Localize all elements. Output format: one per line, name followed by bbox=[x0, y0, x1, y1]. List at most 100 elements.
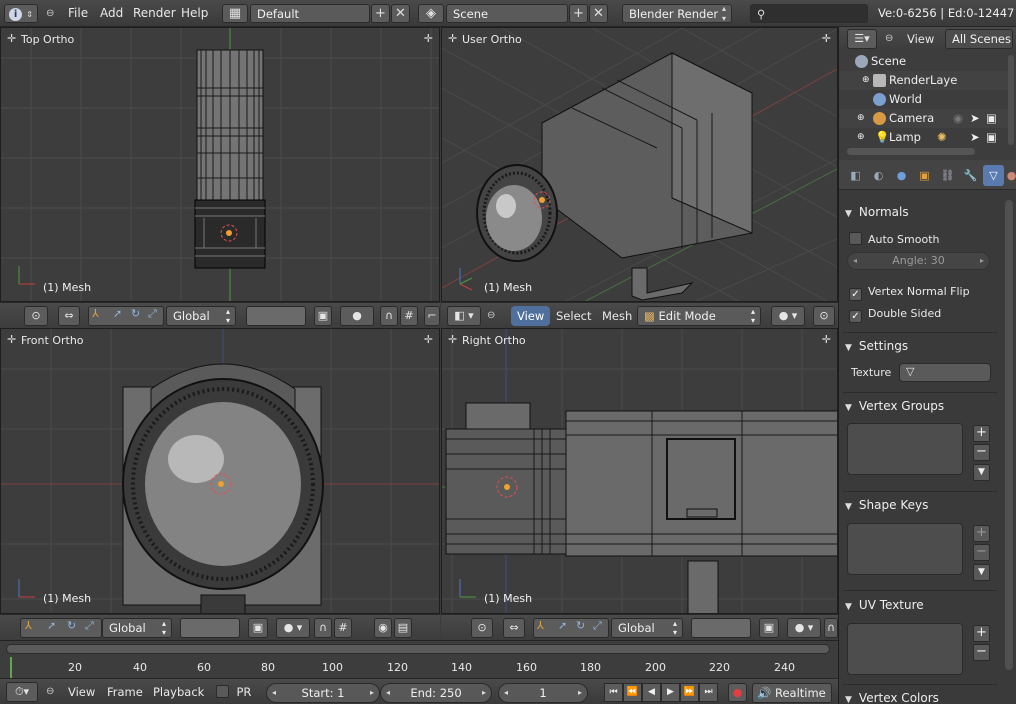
outliner-row-renderlayers[interactable]: ⊕ RenderLaye bbox=[839, 71, 1009, 90]
menu-add[interactable]: Add bbox=[100, 4, 123, 23]
remove-vertex-group-button[interactable]: − bbox=[973, 444, 990, 461]
add-uv-map-button[interactable]: + bbox=[973, 625, 990, 642]
visibility-icon[interactable]: ✺ bbox=[937, 128, 947, 147]
jump-end-button[interactable]: ⏭ bbox=[699, 683, 718, 702]
uv-texture-panel-header[interactable]: UV Texture bbox=[845, 594, 997, 616]
manipulator-button[interactable]: ⅄ ➚ ↻ ⤢ bbox=[533, 618, 609, 638]
editor-type-button[interactable]: ☰▾ bbox=[847, 29, 877, 49]
snap-element-button[interactable]: ▣ bbox=[314, 306, 332, 326]
modifiers-tab-icon[interactable]: 🔧 bbox=[960, 165, 981, 186]
add-vertex-group-button[interactable]: + bbox=[973, 425, 990, 442]
outliner-view-menu[interactable]: View bbox=[907, 29, 934, 49]
current-frame-marker[interactable] bbox=[10, 657, 12, 679]
snap-target-button[interactable]: ⌐ bbox=[424, 306, 440, 326]
selection-mode-buttons[interactable] bbox=[180, 618, 240, 638]
screen-layout-icon[interactable]: ▦ bbox=[222, 4, 248, 23]
texture-space-field[interactable]: ▽ bbox=[899, 363, 991, 382]
viewport-top-ortho[interactable]: ✛ Top Ortho ✛ (1) Mesh bbox=[0, 27, 440, 302]
outliner-row-camera[interactable]: ⊕ Camera ◉ ➤ ▣ bbox=[839, 109, 1009, 128]
collapse-menu-icon[interactable]: ⊖ bbox=[46, 4, 54, 23]
render-button[interactable]: ◉ bbox=[374, 618, 392, 638]
region-plus-icon[interactable]: ✛ bbox=[7, 32, 16, 45]
outliner-row-world[interactable]: World bbox=[839, 90, 1009, 109]
playback-sync-select[interactable]: 🔊 Realtime bbox=[752, 683, 832, 703]
expand-icon[interactable]: ⊕ bbox=[857, 128, 865, 147]
transform-orientation-select[interactable]: Global ▴ ▾ bbox=[166, 306, 236, 326]
remove-shape-key-button[interactable]: − bbox=[973, 544, 990, 561]
viewport-right-ortho[interactable]: ✛ Right Ortho ✛ (1) Mesh bbox=[441, 328, 838, 614]
delete-screen-button[interactable]: ✕ bbox=[391, 4, 410, 23]
auto-smooth-angle-field[interactable]: ◂ Angle: 30 ▸ bbox=[847, 252, 990, 270]
menu-file[interactable]: File bbox=[68, 4, 88, 23]
settings-panel-header[interactable]: Settings bbox=[845, 335, 997, 357]
outliner-row-lamp[interactable]: ⊕ 💡 Lamp ✺ ➤ ▣ bbox=[839, 128, 1009, 147]
material-tab-icon[interactable]: ● bbox=[1001, 165, 1016, 186]
vertex-colors-panel-header[interactable]: Vertex Colors bbox=[845, 687, 997, 704]
proportional-button[interactable]: ⇔ bbox=[503, 618, 525, 638]
play-reverse-button[interactable]: ◀ bbox=[642, 683, 661, 702]
region-plus-icon[interactable]: ✛ bbox=[448, 32, 457, 45]
editor-type-button[interactable]: ◧ ▾ bbox=[447, 306, 481, 326]
outliner-row-scene[interactable]: Scene bbox=[839, 52, 1009, 71]
remove-uv-map-button[interactable]: − bbox=[973, 644, 990, 661]
grid-snap-button[interactable]: # bbox=[400, 306, 418, 326]
normals-panel-header[interactable]: Normals bbox=[845, 201, 997, 223]
manipulator-button[interactable]: ⅄ ➚ ↻ ⤢ bbox=[20, 618, 102, 638]
timeline[interactable]: 20 40 60 80 100 120 140 160 180 200 220 … bbox=[0, 640, 838, 679]
end-frame-field[interactable]: ◂ End: 250 ▸ bbox=[380, 683, 492, 703]
viewport-user-ortho[interactable]: ✛ User Ortho ✛ (1) Mesh bbox=[441, 27, 838, 302]
pivot-point-button[interactable]: ⊙ bbox=[813, 306, 835, 326]
snap-magnet-button[interactable]: ∩ bbox=[314, 618, 332, 638]
pivot-point-button[interactable]: ⊙ bbox=[471, 618, 493, 638]
delete-scene-button[interactable]: ✕ bbox=[589, 4, 608, 23]
limit-selection-button[interactable]: ▣ bbox=[248, 618, 268, 638]
editor-type-button[interactable]: ⏱▾ bbox=[6, 682, 38, 702]
outliner-h-scrollbar[interactable] bbox=[847, 148, 975, 155]
menu-help[interactable]: Help bbox=[181, 4, 208, 23]
search-input[interactable]: ⚲ bbox=[750, 4, 868, 23]
menu-mesh[interactable]: Mesh bbox=[602, 306, 632, 326]
vertex-groups-panel-header[interactable]: Vertex Groups bbox=[845, 395, 997, 417]
render-camera-icon[interactable]: ▣ bbox=[986, 128, 997, 147]
shape-keys-list[interactable] bbox=[847, 523, 963, 575]
transform-orientation-select[interactable]: Global ▴ ▾ bbox=[611, 618, 683, 638]
scene-field[interactable]: Scene bbox=[446, 4, 568, 23]
add-scene-button[interactable]: + bbox=[569, 4, 588, 23]
scene-icon[interactable]: ◈ bbox=[418, 4, 444, 23]
auto-smooth-checkbox[interactable]: Auto Smooth bbox=[849, 232, 939, 248]
proportional-button[interactable]: ⇔ bbox=[58, 306, 80, 326]
region-plus-icon[interactable]: ✛ bbox=[448, 333, 457, 346]
layer-buttons[interactable] bbox=[246, 306, 306, 326]
play-button[interactable]: ▶ bbox=[661, 683, 680, 702]
select-arrow-icon[interactable]: ➤ bbox=[970, 128, 980, 147]
timeline-menu-frame[interactable]: Frame bbox=[107, 682, 143, 702]
jump-next-keyframe-button[interactable]: ⏩ bbox=[680, 683, 699, 702]
visibility-icon[interactable]: ◉ bbox=[953, 109, 963, 128]
outliner-display-mode-select[interactable]: All Scenes bbox=[945, 29, 1013, 49]
expand-icon[interactable]: ⊕ bbox=[862, 71, 870, 90]
render-animation-button[interactable]: ▤ bbox=[394, 618, 412, 638]
viewport-shading-select[interactable]: ● ▾ bbox=[771, 306, 805, 326]
proportional-edit-select[interactable]: ● ▾ bbox=[787, 618, 821, 638]
proportional-edit-select[interactable]: ● ▾ bbox=[276, 618, 310, 638]
shape-keys-panel-header[interactable]: Shape Keys bbox=[845, 494, 997, 516]
select-arrow-icon[interactable]: ➤ bbox=[970, 109, 980, 128]
region-plus-icon[interactable]: ✛ bbox=[822, 333, 831, 346]
uv-texture-list[interactable] bbox=[847, 623, 963, 675]
viewport-front-ortho[interactable]: ✛ Front Ortho ✛ (1) Mesh bbox=[0, 328, 440, 614]
preview-range-checkbox[interactable]: PR bbox=[216, 685, 251, 699]
collapse-menu-icon[interactable]: ⊖ bbox=[487, 306, 495, 326]
vertex-group-menu-button[interactable]: ▼ bbox=[973, 464, 990, 481]
manipulator-button[interactable]: ⅄ ➚ ↻ ⤢ bbox=[88, 306, 164, 326]
render-engine-select[interactable]: Blender Render bbox=[622, 4, 732, 24]
mode-select[interactable]: ▩ Edit Mode ▴ ▾ bbox=[637, 306, 761, 326]
pivot-point-button[interactable]: ⊙ bbox=[24, 306, 48, 326]
object-tab-icon[interactable]: ▣ bbox=[914, 165, 935, 186]
region-plus-icon[interactable]: ✛ bbox=[7, 333, 16, 346]
current-frame-field[interactable]: ◂ 1 ▸ bbox=[498, 683, 588, 703]
timeline-menu-playback[interactable]: Playback bbox=[153, 682, 204, 702]
snap-magnet-button[interactable]: ∩ bbox=[824, 618, 838, 638]
menu-view[interactable]: View bbox=[511, 306, 551, 326]
info-editor-type-button[interactable]: i ⇕ bbox=[4, 4, 38, 23]
region-plus-icon[interactable]: ✛ bbox=[424, 333, 433, 346]
